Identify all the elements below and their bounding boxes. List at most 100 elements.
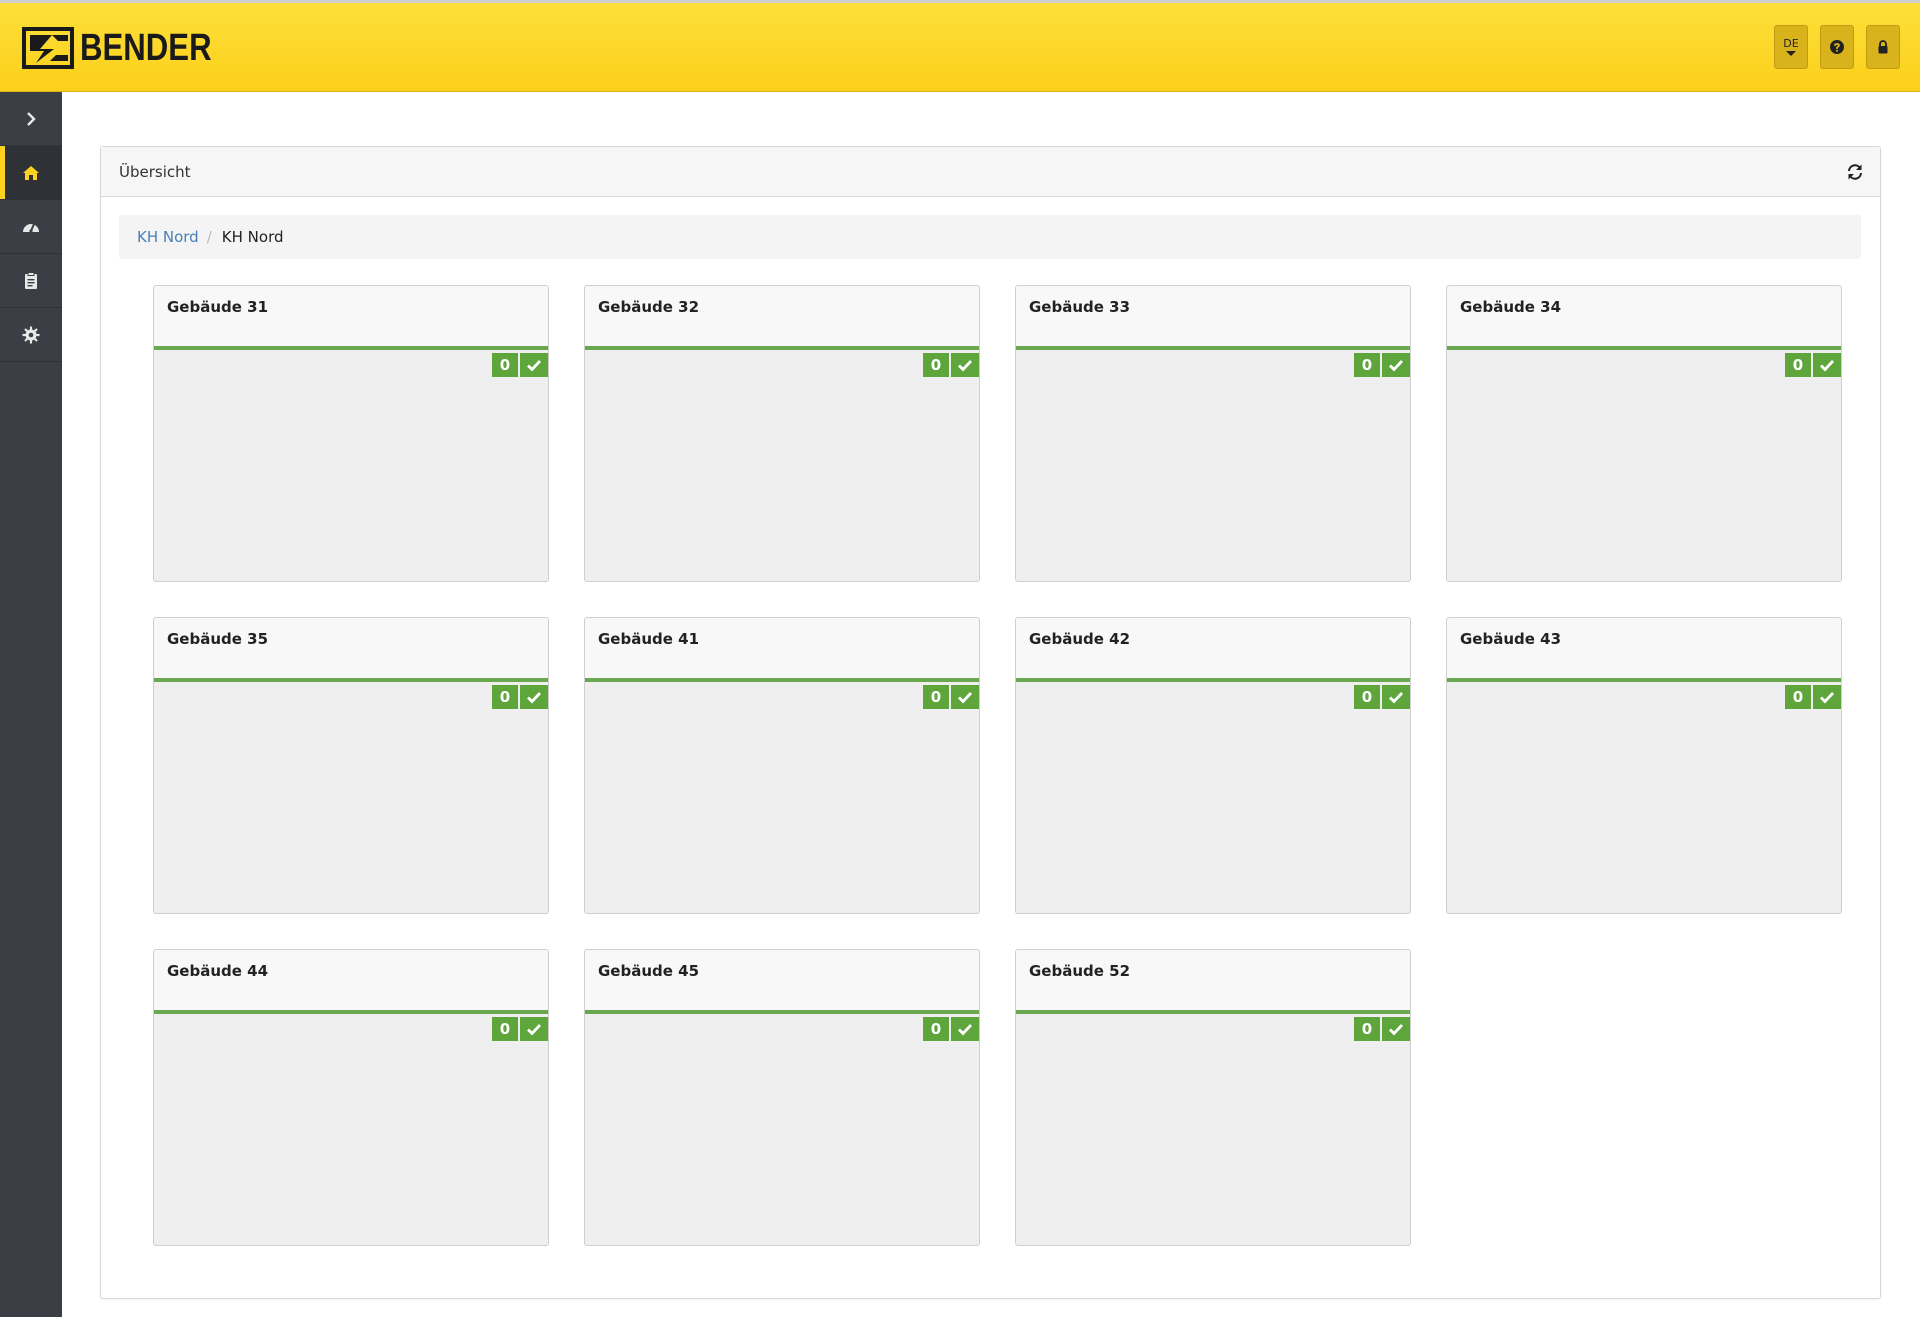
gear-icon	[22, 326, 40, 343]
ok-status-badge	[951, 353, 979, 377]
sidebar	[0, 92, 62, 1317]
building-card[interactable]: Gebäude 52 0	[1015, 949, 1411, 1246]
status-badges: 0	[1354, 1017, 1410, 1041]
chevron-right-icon	[27, 111, 36, 126]
ok-status-badge	[520, 353, 548, 377]
checkmark-icon	[527, 692, 542, 704]
ok-status-badge	[1813, 353, 1841, 377]
status-badges: 0	[923, 685, 979, 709]
building-card[interactable]: Gebäude 42 0	[1015, 617, 1411, 914]
ok-status-badge	[951, 685, 979, 709]
alarm-count-badge: 0	[923, 353, 949, 377]
card-header: Gebäude 33	[1016, 286, 1410, 350]
breadcrumb: KH Nord / KH Nord	[119, 215, 1861, 259]
lock-button[interactable]	[1866, 25, 1900, 69]
alarm-count-badge: 0	[492, 685, 518, 709]
sidebar-item-settings[interactable]	[0, 308, 62, 362]
card-title: Gebäude 34	[1460, 298, 1562, 316]
card-header: Gebäude 52	[1016, 950, 1410, 1014]
language-label: DE	[1783, 37, 1799, 50]
alarm-count-badge: 0	[1354, 685, 1380, 709]
alarm-count-badge: 0	[1785, 685, 1811, 709]
card-header: Gebäude 45	[585, 950, 979, 1014]
card-header: Gebäude 32	[585, 286, 979, 350]
sidebar-item-home[interactable]	[0, 146, 62, 200]
overview-panel: Übersicht KH Nord / KH Nord Gebäude 31 0…	[100, 146, 1881, 1299]
card-title: Gebäude 52	[1029, 962, 1131, 980]
card-title: Gebäude 33	[1029, 298, 1131, 316]
bender-logo[interactable]: BENDER	[22, 25, 240, 71]
alarm-count-badge: 0	[492, 1017, 518, 1041]
breadcrumb-link[interactable]: KH Nord	[137, 228, 199, 246]
card-header: Gebäude 44	[154, 950, 548, 1014]
building-card[interactable]: Gebäude 41 0	[584, 617, 980, 914]
checkmark-icon	[958, 692, 973, 704]
card-header: Gebäude 43	[1447, 618, 1841, 682]
checkmark-icon	[1389, 692, 1404, 704]
card-header: Gebäude 34	[1447, 286, 1841, 350]
card-header: Gebäude 42	[1016, 618, 1410, 682]
status-badges: 0	[1354, 353, 1410, 377]
sidebar-item-report[interactable]	[0, 254, 62, 308]
status-badges: 0	[492, 353, 548, 377]
ok-status-badge	[1813, 685, 1841, 709]
breadcrumb-current: KH Nord	[221, 228, 284, 246]
panel-title: Übersicht	[119, 163, 191, 181]
card-title: Gebäude 35	[167, 630, 269, 648]
lock-icon	[1878, 40, 1888, 54]
card-title: Gebäude 32	[598, 298, 700, 316]
building-card[interactable]: Gebäude 35 0	[153, 617, 549, 914]
checkmark-icon	[958, 360, 973, 372]
card-title: Gebäude 43	[1460, 630, 1562, 648]
refresh-icon[interactable]	[1846, 163, 1864, 181]
ok-status-badge	[1382, 1017, 1410, 1041]
building-card[interactable]: Gebäude 45 0	[584, 949, 980, 1246]
checkmark-icon	[958, 1024, 973, 1036]
card-title: Gebäude 45	[598, 962, 700, 980]
ok-status-badge	[520, 685, 548, 709]
ok-status-badge	[1382, 685, 1410, 709]
panel-header: Übersicht	[101, 147, 1880, 197]
home-icon	[23, 165, 39, 180]
building-card[interactable]: Gebäude 43 0	[1446, 617, 1842, 914]
building-card[interactable]: Gebäude 31 0	[153, 285, 549, 582]
breadcrumb-separator: /	[206, 228, 212, 246]
building-card[interactable]: Gebäude 34 0	[1446, 285, 1842, 582]
alarm-count-badge: 0	[1785, 353, 1811, 377]
checkmark-icon	[527, 1024, 542, 1036]
alarm-count-badge: 0	[923, 1017, 949, 1041]
status-badges: 0	[1785, 685, 1841, 709]
card-header: Gebäude 35	[154, 618, 548, 682]
building-card[interactable]: Gebäude 33 0	[1015, 285, 1411, 582]
checkmark-icon	[1389, 360, 1404, 372]
language-selector[interactable]: DE	[1774, 25, 1808, 69]
top-bar: BENDER DE	[0, 0, 1920, 92]
bender-logo-icon	[22, 27, 74, 69]
dashboard-icon	[23, 223, 39, 233]
alarm-count-badge: 0	[1354, 353, 1380, 377]
help-icon	[1830, 40, 1844, 54]
status-badges: 0	[923, 353, 979, 377]
status-badges: 0	[492, 685, 548, 709]
card-header: Gebäude 41	[585, 618, 979, 682]
card-title: Gebäude 42	[1029, 630, 1131, 648]
brand-name: BENDER	[80, 27, 212, 69]
sidebar-toggle[interactable]	[0, 92, 62, 146]
ok-status-badge	[1382, 353, 1410, 377]
ok-status-badge	[951, 1017, 979, 1041]
alarm-count-badge: 0	[492, 353, 518, 377]
sidebar-item-dashboard[interactable]	[0, 200, 62, 254]
status-badges: 0	[923, 1017, 979, 1041]
alarm-count-badge: 0	[923, 685, 949, 709]
card-title: Gebäude 31	[167, 298, 269, 316]
status-badges: 0	[492, 1017, 548, 1041]
checkmark-icon	[1820, 360, 1835, 372]
card-title: Gebäude 44	[167, 962, 269, 980]
building-card[interactable]: Gebäude 44 0	[153, 949, 549, 1246]
help-button[interactable]	[1820, 25, 1854, 69]
checkmark-icon	[527, 360, 542, 372]
checkmark-icon	[1389, 1024, 1404, 1036]
building-card[interactable]: Gebäude 32 0	[584, 285, 980, 582]
status-badges: 0	[1785, 353, 1841, 377]
card-title: Gebäude 41	[598, 630, 700, 648]
